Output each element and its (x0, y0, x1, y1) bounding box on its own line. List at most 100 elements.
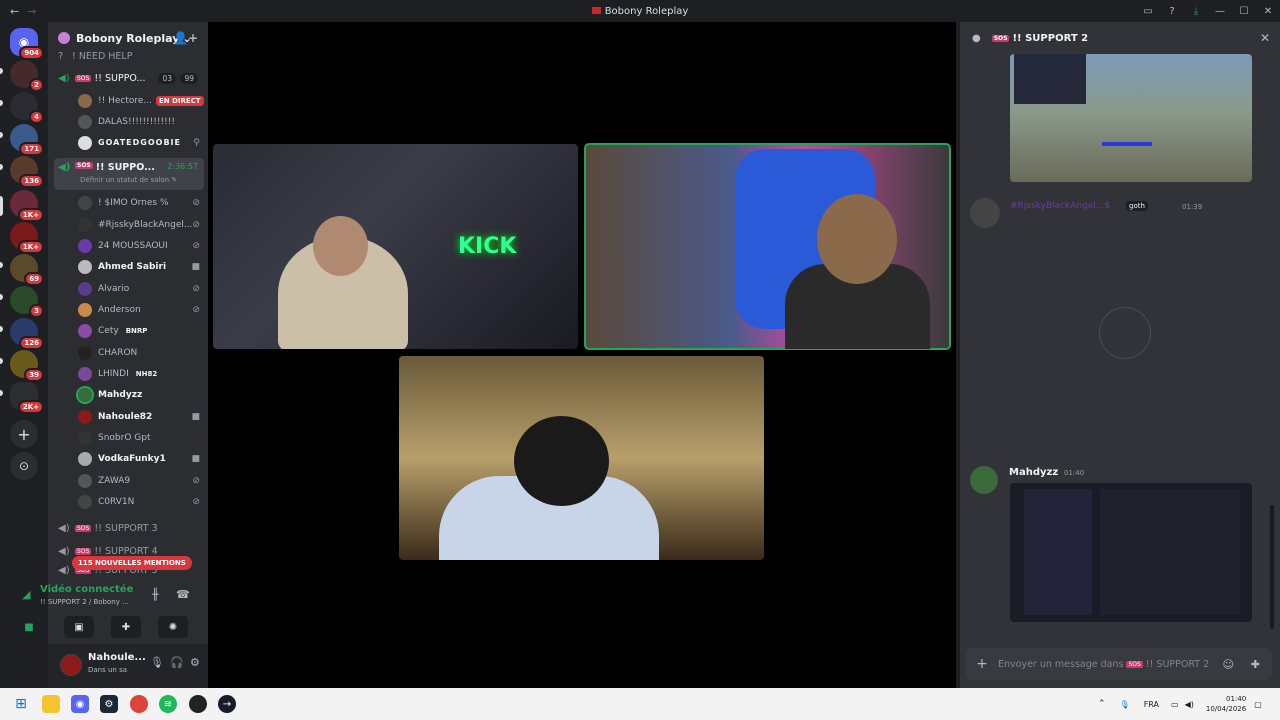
help-icon[interactable]: ? (1160, 6, 1184, 17)
soundboard-button[interactable]: ✺ (158, 616, 188, 638)
voice-user[interactable]: Anderson ⊘ (78, 299, 204, 320)
voice-channel-support-1[interactable]: ◀) SOS !! SUPPO... 03 99 (54, 68, 204, 88)
server-icon[interactable]: 136 (10, 156, 44, 188)
plus-icon[interactable]: + (966, 656, 998, 672)
voice-user[interactable]: 24 MOUSSAOUI ⊘ (78, 235, 204, 256)
voice-user[interactable]: Cety BNRP (78, 320, 204, 341)
video-tile-2[interactable] (584, 143, 951, 350)
voice-user[interactable]: VodkaFunky1 ■ (78, 448, 204, 469)
signal-icon[interactable]: ◢ (22, 588, 30, 601)
settings-gear-icon[interactable]: ⚙ (190, 656, 200, 669)
volume-icon[interactable]: ◀) (1185, 700, 1194, 709)
voice-user[interactable]: LHINDI NH82 (78, 363, 204, 384)
message-composer[interactable]: + Envoyer un message dans SOS !! SUPPORT… (966, 648, 1272, 680)
add-server-button[interactable]: + (10, 420, 38, 448)
discord-screenshot-attachment[interactable] (1010, 483, 1252, 622)
game-screenshot-attachment[interactable] (1010, 54, 1252, 182)
emoji-icon[interactable]: ☺ (1223, 658, 1234, 671)
screen-share-button[interactable]: ▣ (64, 616, 94, 638)
head-silhouette (514, 416, 609, 506)
deafened-icon: ⊘ (192, 240, 200, 251)
close-icon[interactable]: ✕ (1260, 31, 1270, 45)
message-author[interactable]: Mahdyzz (1009, 467, 1058, 478)
voice-channel-support-2[interactable]: ◀) SOS !! SUPPO... 2:36:57 Définir un st… (54, 158, 204, 190)
inbox-icon[interactable]: ▭ (1136, 6, 1160, 17)
voice-user[interactable]: Ahmed Sabiri ■ (78, 256, 204, 277)
message-author[interactable]: #RjsskyBlackAngel...$ (1010, 201, 1110, 211)
guild-name: Bobony Roleplay (76, 31, 180, 45)
server-icon[interactable]: 1K+ (10, 222, 44, 254)
server-icon[interactable]: 171 (10, 124, 44, 156)
windows-start-icon[interactable]: ⊞ (12, 695, 30, 713)
file-explorer-icon[interactable] (42, 695, 60, 713)
server-icon[interactable]: 1K+ (10, 190, 44, 222)
windows-taskbar: ⊞ ◉ ⚙ ≋ → ⌃ 🎙 FRA ▭ ◀) 01:40 10/04/2026 … (0, 688, 1280, 720)
server-icon[interactable]: 39 (10, 350, 44, 382)
app-icon[interactable]: → (218, 695, 236, 713)
window-title: Bobony Roleplay (0, 6, 1280, 17)
steam-icon[interactable]: ⚙ (100, 695, 118, 713)
avatar[interactable] (970, 466, 998, 494)
server-icon[interactable]: 4 (10, 92, 44, 124)
server-folder[interactable]: 2K+ (10, 382, 44, 414)
avatar[interactable] (60, 654, 82, 676)
user-name[interactable]: Nahoule... (88, 652, 146, 663)
clock-date: 10/04/2026 (1205, 705, 1247, 713)
headphones-icon[interactable]: 🎧 (170, 656, 184, 669)
spotify-icon[interactable]: ≋ (159, 695, 177, 713)
voice-user[interactable]: DALAS!!!!!!!!!!!!! (78, 111, 204, 132)
new-mentions-button[interactable]: 115 NOUVELLES MENTIONS (72, 556, 192, 570)
chat-scrollbar[interactable] (1270, 505, 1274, 629)
download-icon[interactable]: ⤓ (1184, 6, 1208, 17)
screen-share-icon: ▣ (74, 621, 84, 633)
game-launcher-icon[interactable] (189, 695, 207, 713)
chrome-icon[interactable] (130, 695, 148, 713)
maximize-icon[interactable]: ☐ (1232, 6, 1256, 17)
notifications-icon[interactable]: ▢ (1254, 700, 1262, 709)
video-tile-3[interactable] (399, 356, 764, 560)
minimize-icon[interactable]: — (1208, 6, 1232, 17)
voice-user[interactable]: Nahoule82 ■ (78, 406, 204, 427)
microphone-icon[interactable]: 🎙 (1120, 700, 1130, 709)
apps-icon[interactable]: ✚ (1251, 658, 1260, 671)
avatar[interactable] (970, 198, 1000, 228)
microphone-icon[interactable]: 🎙 (150, 656, 164, 669)
voice-user[interactable]: ! $IMO Ornes % ⊘ (78, 192, 204, 213)
server-icon[interactable]: 2 (10, 60, 44, 92)
voice-channel-support-3[interactable]: ◀) SOS!! SUPPORT 3 (54, 518, 204, 538)
voice-user[interactable]: Alvario ⊘ (78, 278, 204, 299)
activities-button[interactable]: ✚ (111, 616, 141, 638)
voice-user[interactable]: C0RV1N ⊘ (78, 491, 204, 512)
voice-user[interactable]: SnobrO Gpt (78, 427, 204, 448)
invite-icon[interactable]: 👤+ (173, 31, 198, 45)
avatar (78, 135, 92, 150)
voice-user[interactable]: !! Hectore... EN DIRECT (78, 90, 204, 111)
avatar (78, 114, 92, 129)
video-tile-1[interactable]: KICK (213, 144, 578, 349)
language-indicator[interactable]: FRA (1144, 700, 1159, 709)
voice-location[interactable]: !! SUPPORT 2 / Bobony ... (40, 598, 129, 606)
user-limit: 99 (180, 72, 198, 84)
voice-user[interactable]: ZAWA9 ⊘ (78, 470, 204, 491)
network-icon[interactable]: ▭ (1171, 700, 1179, 709)
channel-need-help[interactable]: ?! NEED HELP (54, 46, 204, 66)
channel-status[interactable]: Définir un statut de salon ✎ (80, 176, 177, 184)
voice-user[interactable]: GOATEDGOOBIE ⚲ (78, 132, 204, 153)
dm-home-button[interactable]: ◉ 904 (10, 28, 44, 60)
close-window-icon[interactable]: ✕ (1256, 6, 1280, 17)
noise-suppression-icon[interactable]: ╫ (152, 588, 159, 601)
server-icon[interactable]: 69 (10, 254, 44, 286)
voice-user[interactable]: Mahdyzz (76, 384, 204, 405)
camera-button[interactable]: ■ (14, 616, 44, 638)
chevron-up-icon[interactable]: ⌃ (1098, 699, 1106, 709)
voice-user[interactable]: CHARON (78, 342, 204, 363)
server-icon[interactable]: 126 (10, 318, 44, 350)
voice-user[interactable]: #RjsskyBlackAngel... ⊘ (78, 214, 204, 235)
discord-app-icon[interactable]: ◉ (71, 695, 89, 713)
deafened-icon: ⊘ (192, 283, 200, 294)
disconnect-icon[interactable]: ☎ (176, 588, 190, 601)
clock[interactable]: 01:40 10/04/2026 (1206, 694, 1246, 714)
explore-servers-button[interactable]: ⊙ (10, 452, 38, 480)
server-icon[interactable]: 3 (10, 286, 44, 318)
neon-sign: KICK (458, 234, 517, 259)
